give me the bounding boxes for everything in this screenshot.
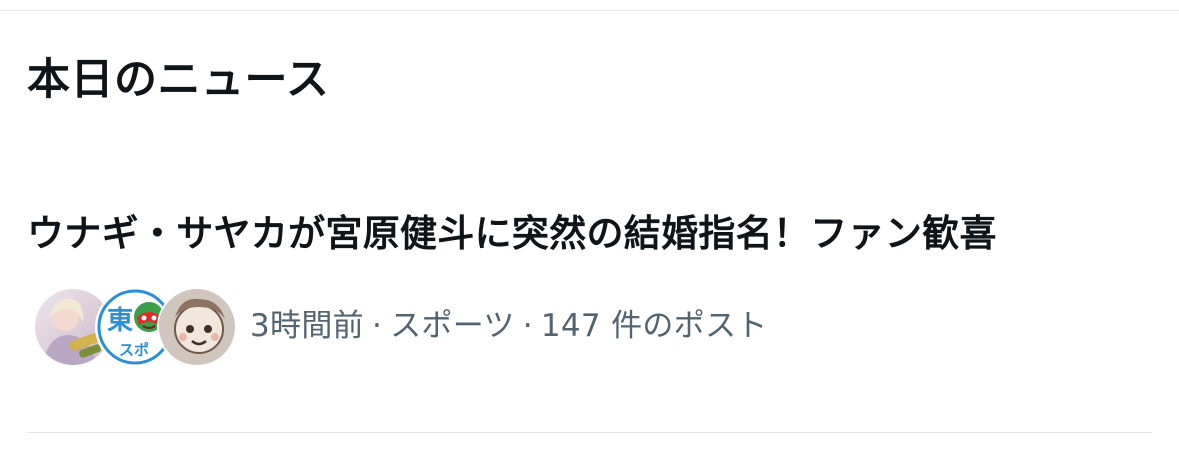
meta-separator: · — [371, 308, 383, 344]
avatar-logo-text-top: 東 — [107, 306, 133, 336]
news-category[interactable]: スポーツ — [390, 308, 515, 344]
avatar-illustration — [157, 287, 237, 367]
news-time: 3時間前 — [250, 308, 364, 344]
avatar-logo-text-bottom: スポ — [119, 341, 149, 359]
news-post-count: 147 件のポスト — [540, 308, 768, 344]
news-meta: 3時間前 · スポーツ · 147 件のポスト — [250, 304, 768, 348]
news-item[interactable]: ウナギ・サヤカが宮原健斗に突然の結婚指名！ファン歓喜 東 スポ 3時間前 · ス… — [0, 190, 1179, 390]
avatar-stack: 東 スポ — [33, 287, 237, 367]
meta-separator: · — [522, 308, 533, 344]
bottom-divider — [27, 432, 1152, 433]
news-headline[interactable]: ウナギ・サヤカが宮原健斗に突然の結婚指名！ファン歓喜 — [27, 208, 997, 260]
top-divider — [0, 10, 1179, 11]
section-title: 本日のニュース — [27, 55, 330, 105]
